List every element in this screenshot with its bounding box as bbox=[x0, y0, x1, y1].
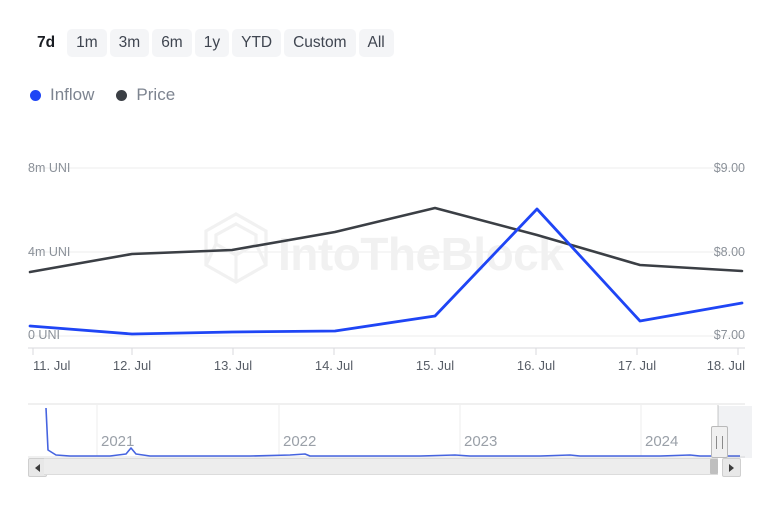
legend-dot-inflow-icon bbox=[30, 90, 41, 101]
crypto-chart-page: 7d 1m 3m 6m 1y YTD Custom All Inflow Pri… bbox=[0, 0, 768, 512]
navigator-year-2024: 2024 bbox=[645, 433, 678, 450]
range-button-1y[interactable]: 1y bbox=[195, 29, 229, 57]
chart-navigator[interactable]: 2021 2022 2023 2024 bbox=[0, 398, 768, 478]
legend-label-price: Price bbox=[136, 85, 175, 105]
range-button-ytd[interactable]: YTD bbox=[232, 29, 281, 57]
x-tick-label-0: 11. Jul bbox=[33, 358, 70, 373]
left-axis-tick-0: 0 UNI bbox=[28, 328, 60, 342]
right-axis-tick-9: $9.00 bbox=[714, 161, 745, 175]
range-selector: 7d 1m 3m 6m 1y YTD Custom All bbox=[28, 29, 394, 57]
navigator-scroll-right-button[interactable] bbox=[722, 458, 741, 477]
arrow-left-icon bbox=[35, 464, 40, 472]
chart-left-axis-labels: 8m UNI 4m UNI 0 UNI bbox=[28, 161, 70, 342]
left-axis-tick-8m: 8m UNI bbox=[28, 161, 70, 175]
x-tick-label-3: 14. Jul bbox=[315, 358, 353, 373]
x-tick-label-2: 13. Jul bbox=[214, 358, 252, 373]
left-axis-tick-4m: 4m UNI bbox=[28, 245, 70, 259]
handle-grip-icon bbox=[716, 436, 723, 449]
navigator-year-2021: 2021 bbox=[101, 433, 134, 450]
range-button-7d[interactable]: 7d bbox=[28, 29, 64, 57]
legend-item-inflow[interactable]: Inflow bbox=[30, 85, 94, 105]
navigator-left-handle[interactable] bbox=[711, 426, 728, 458]
x-tick-label-6: 17. Jul bbox=[618, 358, 656, 373]
main-chart[interactable]: IntoTheBlock 8m UNI 4m UNI bbox=[0, 130, 768, 385]
navigator-scrollbar-thumb[interactable] bbox=[710, 459, 718, 474]
range-button-custom[interactable]: Custom bbox=[284, 29, 355, 57]
navigator-series-line bbox=[46, 408, 740, 456]
chart-x-axis bbox=[28, 348, 745, 355]
watermark-intotheblock: IntoTheBlock bbox=[206, 214, 564, 282]
x-tick-label-5: 16. Jul bbox=[517, 358, 555, 373]
x-tick-label-1: 12. Jul bbox=[113, 358, 151, 373]
legend-label-inflow: Inflow bbox=[50, 85, 94, 105]
range-button-6m[interactable]: 6m bbox=[152, 29, 192, 57]
chart-x-tick-labels: 11. Jul 12. Jul 13. Jul 14. Jul 15. Jul … bbox=[33, 358, 745, 373]
chart-right-axis-labels: $9.00 $8.00 $7.00 bbox=[714, 161, 745, 342]
x-tick-label-7: 18. Jul bbox=[707, 358, 745, 373]
navigator-year-2023: 2023 bbox=[464, 433, 497, 450]
right-axis-tick-8: $8.00 bbox=[714, 245, 745, 259]
range-button-all[interactable]: All bbox=[359, 29, 394, 57]
navigator-scrollbar-track[interactable] bbox=[44, 458, 718, 475]
legend-dot-price-icon bbox=[116, 90, 127, 101]
arrow-right-icon bbox=[729, 464, 734, 472]
watermark-text: IntoTheBlock bbox=[278, 228, 564, 280]
right-axis-tick-7: $7.00 bbox=[714, 328, 745, 342]
navigator-year-2022: 2022 bbox=[283, 433, 316, 450]
range-button-1m[interactable]: 1m bbox=[67, 29, 107, 57]
chart-canvas: IntoTheBlock 8m UNI 4m UNI bbox=[0, 130, 768, 385]
legend-item-price[interactable]: Price bbox=[116, 85, 175, 105]
range-button-3m[interactable]: 3m bbox=[110, 29, 150, 57]
x-tick-label-4: 15. Jul bbox=[416, 358, 454, 373]
chart-legend: Inflow Price bbox=[30, 85, 175, 105]
